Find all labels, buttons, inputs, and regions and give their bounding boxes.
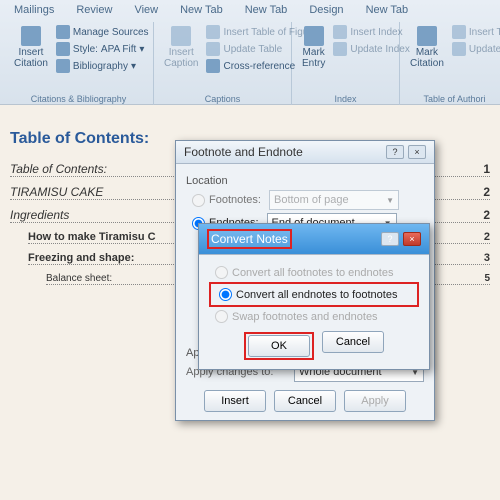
insert-caption-label: Insert Caption (164, 47, 198, 69)
biblio-icon (56, 59, 70, 73)
tab-mailings[interactable]: Mailings (4, 2, 64, 20)
convert-notes-dialog: Convert Notes ? × Convert all footnotes … (198, 223, 430, 370)
dialog-title: Footnote and Endnote (184, 145, 303, 159)
tab-view[interactable]: View (124, 2, 168, 20)
tab-new3[interactable]: New Tab (356, 2, 419, 20)
ok-button[interactable]: OK (248, 335, 310, 357)
figures-icon (206, 25, 220, 39)
mark-entry-button[interactable]: Mark Entry (298, 24, 329, 71)
update-toa-button[interactable]: Update Tabl (450, 41, 500, 57)
mark-entry-label: Mark Entry (302, 47, 325, 69)
location-label: Location (186, 175, 424, 187)
ribbon-tabs: Mailings Review View New Tab New Tab Des… (0, 0, 500, 20)
group-captions-label: Captions (154, 94, 291, 104)
close-icon[interactable]: × (403, 232, 421, 246)
group-toa-label: Table of Authori (400, 94, 500, 104)
help-icon[interactable]: ? (381, 232, 399, 246)
insert-caption-button[interactable]: Insert Caption (160, 24, 202, 74)
apply-button[interactable]: Apply (344, 390, 406, 412)
footnotes-location-select[interactable]: Bottom of page▼ (269, 190, 399, 210)
citation-icon (21, 26, 41, 46)
help-icon[interactable]: ? (386, 145, 404, 159)
sources-icon (56, 25, 70, 39)
ribbon: Mailings Review View New Tab New Tab Des… (0, 0, 500, 105)
cancel-button[interactable]: Cancel (322, 331, 384, 353)
update-icon (206, 42, 220, 56)
tab-design[interactable]: Design (299, 2, 353, 20)
convert-fn-to-en-radio: Convert all footnotes to endnotes (215, 266, 419, 279)
mark-entry-icon (304, 26, 324, 46)
convert-en-to-fn-radio[interactable]: Convert all endnotes to footnotes (219, 288, 415, 301)
style-icon (56, 42, 70, 56)
manage-sources-button[interactable]: Manage Sources (54, 24, 151, 40)
tab-new2[interactable]: New Tab (235, 2, 298, 20)
insert-toa-button[interactable]: Insert Tabl (450, 24, 500, 40)
insert-index-icon (333, 25, 347, 39)
tab-new1[interactable]: New Tab (170, 2, 233, 20)
footnotes-radio-row[interactable]: Footnotes: Bottom of page▼ (192, 190, 424, 210)
insert-citation-button[interactable]: Insert Citation (10, 24, 52, 74)
update-index-icon (333, 42, 347, 56)
caption-icon (171, 26, 191, 46)
dialog-title: Convert Notes (207, 229, 292, 249)
insert-button[interactable]: Insert (204, 390, 266, 412)
style-select[interactable]: Style: APA Fift ▾ (54, 41, 151, 57)
toa-icon (452, 25, 466, 39)
mark-citation-label: Mark Citation (410, 47, 444, 69)
tab-review[interactable]: Review (66, 2, 122, 20)
cancel-button[interactable]: Cancel (274, 390, 336, 412)
cross-icon (206, 59, 220, 73)
group-index-label: Index (292, 94, 399, 104)
footnotes-radio[interactable] (192, 194, 205, 207)
dialog-titlebar[interactable]: Footnote and Endnote ? × (176, 141, 434, 164)
bibliography-button[interactable]: Bibliography ▾ (54, 58, 151, 74)
mark-citation-button[interactable]: Mark Citation (406, 24, 448, 71)
close-icon[interactable]: × (408, 145, 426, 159)
mark-citation-icon (417, 26, 437, 46)
update-toa-icon (452, 42, 466, 56)
dialog-titlebar[interactable]: Convert Notes ? × (199, 224, 429, 255)
group-citations-label: Citations & Bibliography (4, 94, 153, 104)
chevron-down-icon: ▼ (386, 196, 394, 205)
insert-citation-label: Insert Citation (14, 47, 48, 69)
swap-radio: Swap footnotes and endnotes (215, 310, 419, 323)
